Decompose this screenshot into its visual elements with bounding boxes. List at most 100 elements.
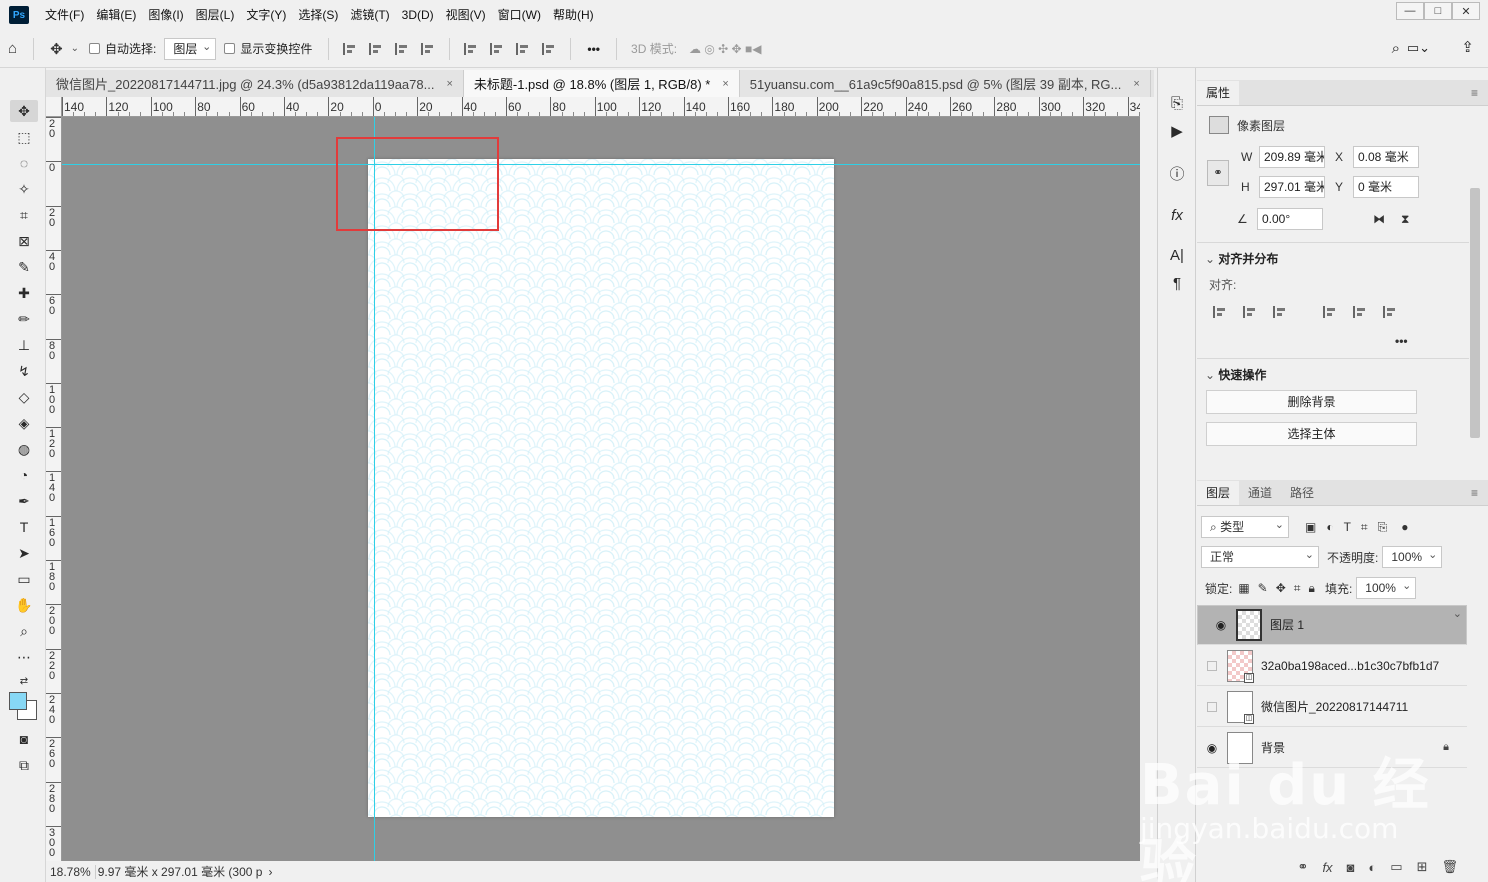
remove-background-button[interactable]: 删除背景 [1206, 390, 1417, 414]
guide-horizontal[interactable] [62, 164, 1140, 165]
brush-tool-icon[interactable]: ✏ [10, 308, 38, 330]
minimize-button[interactable]: — [1396, 2, 1424, 20]
share-icon[interactable]: ⇪ [1461, 38, 1474, 56]
tab-layers[interactable]: 图层 [1197, 481, 1240, 505]
move-tool-icon[interactable]: ✥ [50, 40, 63, 58]
eyedropper-icon[interactable]: ✎ [10, 256, 38, 278]
layer-name[interactable]: 32a0ba198aced...b1c30c7bfb1d7 [1261, 659, 1439, 673]
menu-edit[interactable]: 编辑(E) [90, 0, 142, 30]
chevron-down-icon[interactable]: ⌄ [71, 43, 79, 54]
scrollbar-thumb[interactable] [1470, 188, 1480, 438]
ruler-horizontal[interactable]: 140 120 100 80 60 40 20 0 20 40 60 80 100 120 140 160 18… [62, 97, 1140, 117]
align-left-icon[interactable] [1213, 306, 1227, 318]
restore-button[interactable]: □ [1424, 2, 1452, 20]
blur-tool-icon[interactable]: ◍ [10, 438, 38, 460]
menu-image[interactable]: 图像(I) [142, 0, 189, 30]
more-tools-icon[interactable]: ⋯ [10, 646, 38, 668]
align-section-title[interactable]: 对齐并分布 [1205, 250, 1278, 267]
tab-properties[interactable]: 属性 [1197, 81, 1240, 105]
align-top-icon[interactable] [1323, 306, 1337, 318]
close-icon[interactable]: × [722, 78, 728, 90]
history-icon[interactable]: ⎘ [1166, 92, 1188, 114]
angle-input[interactable]: 0.00° [1257, 208, 1323, 230]
width-input[interactable]: 209.89 毫米 [1259, 146, 1325, 168]
eraser-tool-icon[interactable]: ◇ [10, 386, 38, 408]
tab-paths[interactable]: 路径 [1281, 481, 1323, 505]
menu-help[interactable]: 帮助(H) [547, 0, 600, 30]
align-bottom-icon[interactable] [516, 42, 530, 55]
crop-tool-icon[interactable]: ⌗ [10, 204, 38, 226]
align-bottom-icon[interactable] [1383, 306, 1397, 318]
align-middle-v-icon[interactable] [1353, 306, 1367, 318]
panel-menu-icon[interactable]: ≡ [1471, 486, 1478, 500]
panel-menu-icon[interactable]: ≡ [1471, 86, 1478, 100]
character-icon[interactable]: A| [1166, 244, 1188, 266]
actions-play-icon[interactable]: ▶ [1166, 120, 1188, 142]
filter-toggle-icon[interactable]: ● [1401, 520, 1408, 534]
tab-document-2[interactable]: 未标题-1.psd @ 18.8% (图层 1, RGB/8) * × [463, 70, 740, 97]
menu-filter[interactable]: 滤镜(T) [344, 0, 395, 30]
marquee-tool-icon[interactable]: ⬚ [10, 126, 38, 148]
align-top-icon[interactable] [464, 42, 478, 55]
screen-mode-icon[interactable]: ⧉ [10, 754, 38, 776]
quick-mask-icon[interactable]: ◙ [10, 728, 38, 750]
magic-wand-icon[interactable]: ✧ [10, 178, 38, 200]
healing-brush-icon[interactable]: ✚ [10, 282, 38, 304]
history-brush-icon[interactable]: ↯ [10, 360, 38, 382]
tab-document-3[interactable]: 51yuansu.com__61a9c5f90a815.psd @ 5% (图层… [739, 70, 1151, 97]
dodge-tool-icon[interactable]: ◔ [10, 464, 38, 486]
fill-input[interactable]: 100% [1356, 576, 1417, 599]
close-button[interactable]: ✕ [1452, 2, 1480, 20]
distribute-v-icon[interactable] [421, 42, 435, 55]
menu-layer[interactable]: 图层(L) [190, 0, 241, 30]
layer-row[interactable]: ◫ 32a0ba198aced...b1c30c7bfb1d7 [1197, 646, 1467, 686]
visibility-toggle[interactable] [1207, 701, 1217, 712]
zoom-tool-icon[interactable]: ⌕ [10, 620, 38, 642]
align-right-icon[interactable] [395, 42, 409, 55]
menu-file[interactable]: 文件(F) [39, 0, 90, 30]
chevron-right-icon[interactable]: › [268, 865, 272, 879]
height-input[interactable]: 297.01 毫米 [1259, 176, 1325, 198]
align-center-h-icon[interactable] [1243, 306, 1257, 318]
filter-kind-dropdown[interactable]: ⌕ 类型 [1201, 515, 1289, 538]
workspace-icon[interactable]: ▭⌄ [1407, 40, 1430, 56]
lasso-tool-icon[interactable]: ◌ [10, 152, 38, 174]
menu-type[interactable]: 文字(Y) [240, 0, 292, 30]
blend-mode-dropdown[interactable]: 正常 [1201, 545, 1319, 568]
ruler-origin[interactable] [46, 97, 62, 117]
fx-styles-icon[interactable]: fx [1166, 204, 1188, 226]
home-icon[interactable]: ⌂ [8, 40, 17, 57]
rectangle-tool-icon[interactable]: ▭ [10, 568, 38, 590]
swap-colors-icon[interactable]: ⇄ [10, 670, 38, 692]
pen-tool-icon[interactable]: ✒ [10, 490, 38, 512]
foreground-color-swatch[interactable] [9, 692, 27, 710]
filter-icons[interactable]: ▣◐T⌗⎘ [1305, 520, 1397, 535]
flip-vertical-icon[interactable]: ⧗ [1401, 212, 1409, 227]
align-middle-v-icon[interactable] [490, 42, 504, 55]
menu-3d[interactable]: 3D(D) [396, 0, 440, 30]
menu-select[interactable]: 选择(S) [292, 0, 344, 30]
move-tool-icon[interactable]: ✥ [10, 100, 38, 122]
x-input[interactable]: 0.08 毫米 [1353, 146, 1419, 168]
menu-window[interactable]: 窗口(W) [492, 0, 547, 30]
visibility-toggle[interactable] [1207, 660, 1217, 671]
tab-channels[interactable]: 通道 [1239, 481, 1281, 505]
stamp-tool-icon[interactable]: ⊥ [10, 334, 38, 356]
close-icon[interactable]: × [446, 78, 452, 90]
opacity-input[interactable]: 100% [1382, 545, 1443, 568]
lock-icons[interactable]: ▦✎✥⌗🔒︎ [1238, 581, 1323, 596]
more-options-button[interactable]: ••• [587, 42, 600, 56]
align-left-icon[interactable] [343, 42, 357, 55]
menu-view[interactable]: 视图(V) [440, 0, 492, 30]
show-transform-checkbox[interactable] [224, 43, 236, 54]
layer-name[interactable]: 图层 1 [1270, 615, 1304, 635]
paragraph-icon[interactable]: ¶ [1166, 272, 1188, 294]
more-align-button[interactable]: ••• [1395, 334, 1408, 348]
hand-tool-icon[interactable]: ✋ [10, 594, 38, 616]
close-icon[interactable]: × [1133, 78, 1139, 90]
layer-name[interactable]: 微信图片_20220817144711 [1261, 698, 1408, 715]
flip-horizontal-icon[interactable]: ⧓ [1373, 212, 1385, 226]
auto-select-dropdown[interactable]: 图层 [164, 37, 217, 60]
layer-row[interactable]: ◫ 微信图片_20220817144711 [1197, 687, 1467, 727]
align-right-icon[interactable] [1273, 306, 1287, 318]
